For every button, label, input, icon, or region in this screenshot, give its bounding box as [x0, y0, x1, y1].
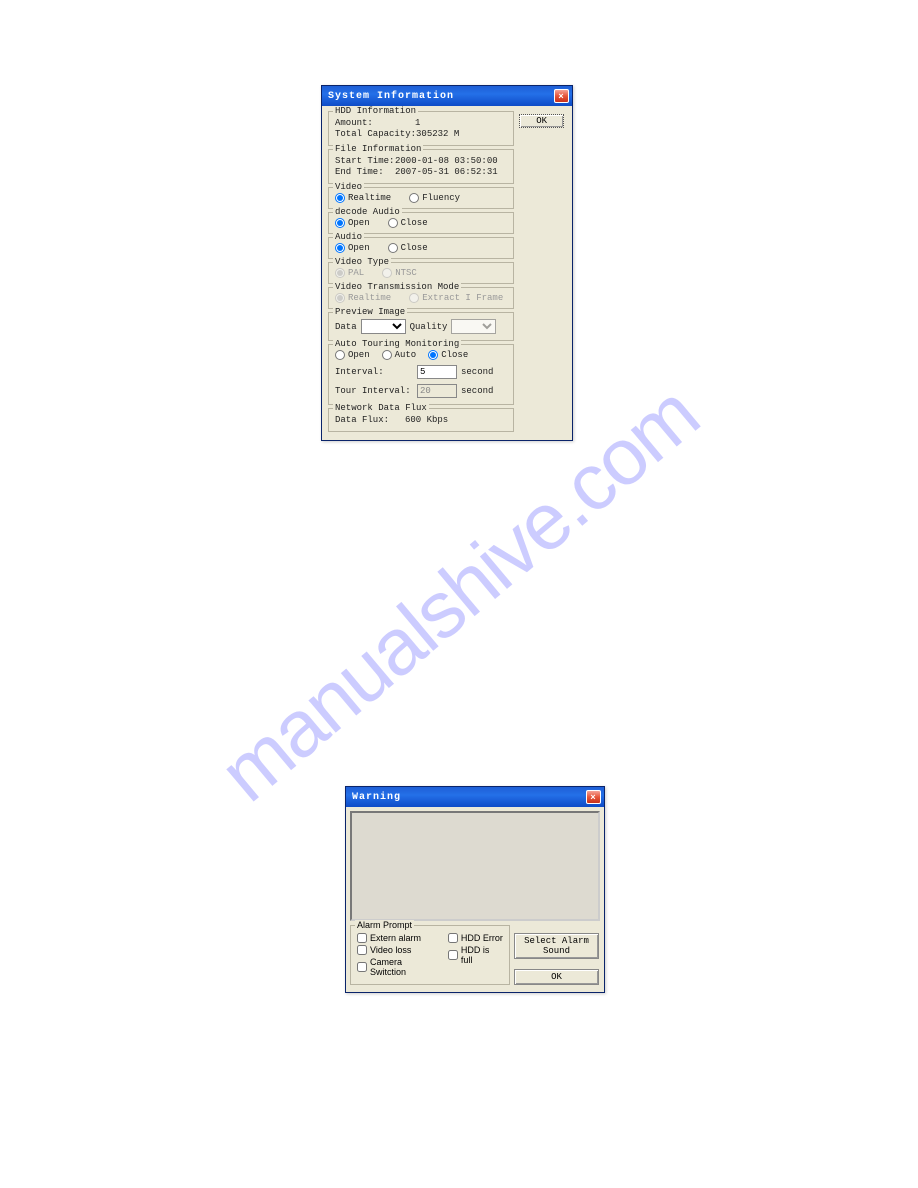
ok-button[interactable]: OK: [519, 114, 564, 128]
audio-open-radio-label[interactable]: Open: [335, 243, 370, 253]
video-loss-label: Video loss: [370, 945, 411, 955]
capacity-value: 305232 M: [416, 129, 459, 139]
decode-close-radio-label[interactable]: Close: [388, 218, 428, 228]
tour-auto-radio-label[interactable]: Auto: [382, 350, 417, 360]
alarm-prompt-group: Alarm Prompt Extern alarm Video loss Cam…: [350, 925, 510, 985]
video-group: Video Realtime Fluency: [328, 187, 514, 209]
group-legend: Video: [333, 182, 364, 192]
flux-value: 600 Kbps: [405, 415, 448, 425]
audio-close-radio[interactable]: [388, 243, 398, 253]
tour-interval-label: Tour Interval:: [335, 386, 413, 396]
ok-button[interactable]: OK: [514, 969, 599, 985]
decode-open-radio-label[interactable]: Open: [335, 218, 370, 228]
preview-image-group: Preview Image Data Quality: [328, 312, 514, 341]
trans-realtime-radio: [335, 293, 345, 303]
trans-realtime-radio-label: Realtime: [335, 293, 391, 303]
group-legend: Audio: [333, 232, 364, 242]
extern-alarm-checkbox[interactable]: [357, 933, 367, 943]
end-time-label: End Time:: [335, 167, 395, 177]
close-icon: ×: [590, 792, 596, 802]
hdd-full-checkbox[interactable]: [448, 950, 458, 960]
group-legend: Video Type: [333, 257, 391, 267]
capacity-label: Total Capacity:: [335, 129, 416, 139]
network-flux-group: Network Data Flux Data Flux: 600 Kbps: [328, 408, 514, 432]
trans-iframe-radio: [409, 293, 419, 303]
tour-close-radio-label[interactable]: Close: [428, 350, 468, 360]
select-alarm-sound-button[interactable]: Select Alarm Sound: [514, 933, 599, 959]
group-legend: HDD Information: [333, 106, 418, 116]
interval-unit: second: [461, 367, 493, 377]
video-type-group: Video Type PAL NTSC: [328, 262, 514, 284]
preview-data-label: Data: [335, 322, 357, 332]
decode-close-radio[interactable]: [388, 218, 398, 228]
group-legend: Auto Touring Monitoring: [333, 339, 461, 349]
trans-iframe-radio-label: Extract I Frame: [409, 293, 503, 303]
hdd-error-checkbox[interactable]: [448, 933, 458, 943]
close-button[interactable]: ×: [554, 89, 569, 103]
tour-close-radio[interactable]: [428, 350, 438, 360]
pal-radio: [335, 268, 345, 278]
realtime-radio-label[interactable]: Realtime: [335, 193, 391, 203]
titlebar: System Information ×: [322, 86, 572, 106]
close-icon: ×: [558, 91, 564, 101]
extern-alarm-label: Extern alarm: [370, 933, 421, 943]
tour-interval-unit: second: [461, 386, 493, 396]
tour-open-radio[interactable]: [335, 350, 345, 360]
flux-label: Data Flux:: [335, 415, 405, 425]
tour-auto-radio[interactable]: [382, 350, 392, 360]
audio-group: Audio Open Close: [328, 237, 514, 259]
preview-quality-select: [451, 319, 496, 334]
window-title: System Information: [328, 91, 454, 102]
ntsc-radio-label: NTSC: [382, 268, 417, 278]
video-loss-checkbox[interactable]: [357, 945, 367, 955]
file-information-group: File Information Start Time: 2000-01-08 …: [328, 149, 514, 184]
group-legend: Alarm Prompt: [355, 920, 414, 930]
group-legend: Preview Image: [333, 307, 407, 317]
close-button[interactable]: ×: [586, 790, 601, 804]
warning-list-panel[interactable]: [350, 811, 600, 921]
hdd-information-group: HDD Information Amount: 1 Total Capacity…: [328, 111, 514, 146]
fluency-radio[interactable]: [409, 193, 419, 203]
group-legend: File Information: [333, 144, 423, 154]
preview-data-select[interactable]: [361, 319, 406, 334]
window-title: Warning: [352, 792, 401, 803]
interval-input[interactable]: [417, 365, 457, 379]
hdd-full-label: HDD is full: [461, 945, 503, 965]
camera-switch-label: Camera Switction: [370, 957, 440, 977]
group-legend: Video Transmission Mode: [333, 282, 461, 292]
hdd-error-label: HDD Error: [461, 933, 503, 943]
group-legend: Network Data Flux: [333, 403, 429, 413]
start-time-value: 2000-01-08 03:50:00: [395, 156, 498, 166]
ntsc-radio: [382, 268, 392, 278]
video-transmission-group: Video Transmission Mode Realtime Extract…: [328, 287, 514, 309]
audio-close-radio-label[interactable]: Close: [388, 243, 428, 253]
auto-touring-group: Auto Touring Monitoring Open Auto Close …: [328, 344, 514, 405]
group-legend: decode Audio: [333, 207, 402, 217]
warning-window: Warning × Alarm Prompt Extern alarm Vide…: [345, 786, 605, 993]
system-information-window: System Information × OK HDD Information …: [321, 85, 573, 441]
fluency-radio-label[interactable]: Fluency: [409, 193, 460, 203]
start-time-label: Start Time:: [335, 156, 395, 166]
tour-open-radio-label[interactable]: Open: [335, 350, 370, 360]
audio-open-radio[interactable]: [335, 243, 345, 253]
tour-interval-input: [417, 384, 457, 398]
amount-label: Amount:: [335, 118, 415, 128]
amount-value: 1: [415, 118, 420, 128]
end-time-value: 2007-05-31 06:52:31: [395, 167, 498, 177]
realtime-radio[interactable]: [335, 193, 345, 203]
camera-switch-checkbox[interactable]: [357, 962, 367, 972]
interval-label: Interval:: [335, 367, 413, 377]
preview-quality-label: Quality: [410, 322, 448, 332]
decode-open-radio[interactable]: [335, 218, 345, 228]
pal-radio-label: PAL: [335, 268, 364, 278]
decode-audio-group: decode Audio Open Close: [328, 212, 514, 234]
titlebar: Warning ×: [346, 787, 604, 807]
